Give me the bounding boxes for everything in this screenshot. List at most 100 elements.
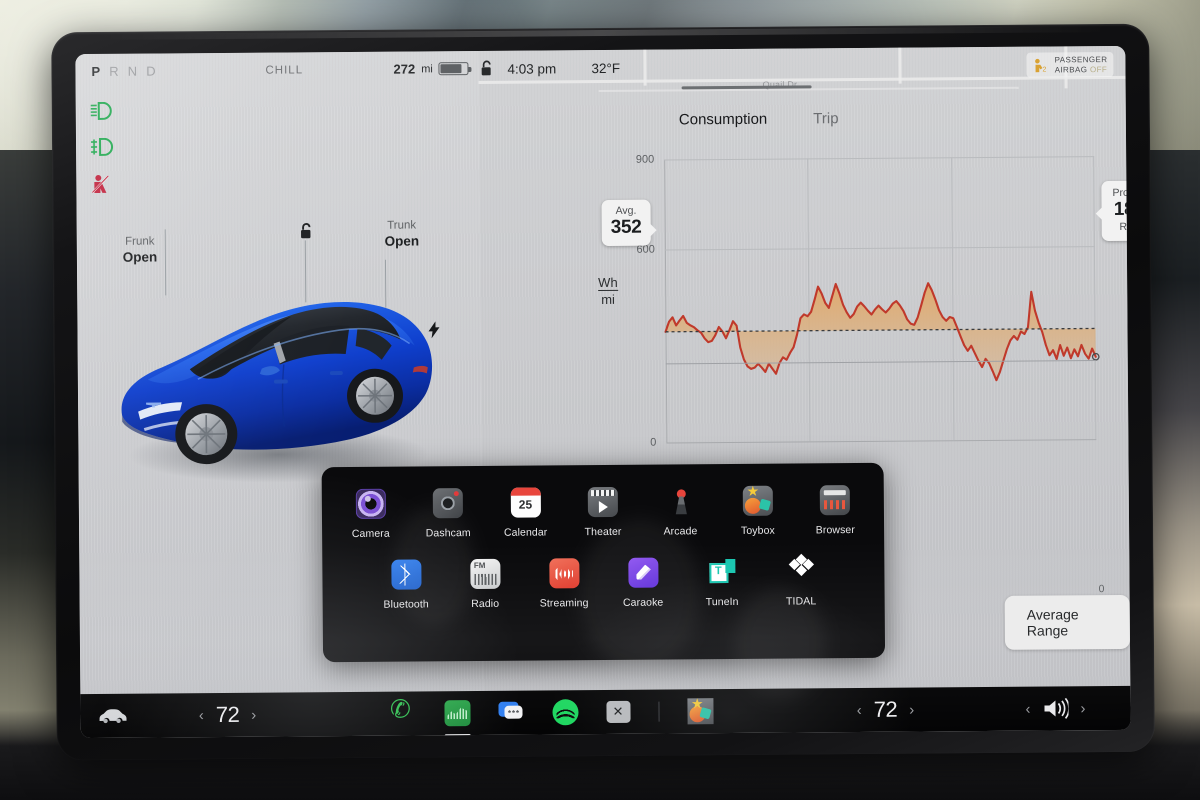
volume-increase[interactable]: › <box>1068 700 1097 717</box>
charge-bolt-icon[interactable] <box>427 321 440 343</box>
toybox-icon <box>742 485 773 516</box>
taskbar-dock[interactable]: ✕ <box>312 698 790 738</box>
airbag-label-line1: PASSENGER <box>1054 55 1108 65</box>
ytick-label-900: 900 <box>635 153 655 166</box>
average-consumption-callout: Avg. 352 <box>601 199 657 247</box>
consumption-chart[interactable]: 900 600 0 Avg. 352 Projected 185 Range <box>601 154 1131 449</box>
app-dashcam-label: Dashcam <box>425 527 471 540</box>
trunk-status[interactable]: Trunk Open <box>365 219 439 249</box>
app-launcher-panel[interactable]: Camera Dashcam Calendar Theater Arcade <box>321 462 886 663</box>
roof-unlocked-padlock-icon[interactable] <box>299 222 315 245</box>
range-value: 272 <box>393 61 416 77</box>
volume-decrease[interactable]: ‹ <box>1013 700 1042 717</box>
app-camera[interactable]: Camera <box>337 488 403 541</box>
caraoke-microphone-icon <box>627 557 659 588</box>
app-launcher-row-2: Bluetooth Radio Streaming Caraoke TuneIn <box>332 553 874 611</box>
app-launcher-row-1: Camera Dashcam Calendar Theater Arcade <box>332 485 874 540</box>
energy-app-icon[interactable] <box>443 700 471 738</box>
airbag-label-line2: AIRBAG OFF <box>1054 64 1108 74</box>
app-tidal-label: TIDAL <box>785 595 817 608</box>
app-camera-label: Camera <box>351 527 390 540</box>
app-calendar-label: Calendar <box>503 526 548 539</box>
tunein-icon <box>707 557 737 587</box>
spotify-icon[interactable] <box>551 699 579 726</box>
app-browser[interactable]: Browser <box>802 485 868 537</box>
driver-temp-decrease[interactable]: ‹ <box>187 707 216 724</box>
active-app-indicator <box>444 734 471 738</box>
app-arcade-label: Arcade <box>663 525 698 538</box>
ytick-label-0: 0 <box>650 436 657 449</box>
range-unit: mi <box>421 62 433 75</box>
chart-plot-area <box>664 282 1100 382</box>
app-calendar[interactable]: Calendar <box>492 487 558 539</box>
frunk-label: Frunk <box>125 235 155 248</box>
passenger-temp-decrease[interactable]: ‹ <box>845 701 874 718</box>
app-radio[interactable]: Radio <box>452 558 518 611</box>
drive-mode-label: CHILL <box>265 64 304 77</box>
low-beam-headlight-icon <box>90 101 116 125</box>
y-axis-unit-numerator: Wh <box>598 274 618 291</box>
seatbelt-reminder-icon <box>90 174 116 199</box>
battery-range-indicator[interactable]: 272 mi <box>393 61 469 77</box>
driver-temp-increase[interactable]: › <box>239 706 268 723</box>
average-caption: Avg. <box>615 204 637 217</box>
app-toybox[interactable]: Toybox <box>725 485 791 538</box>
unlocked-padlock-icon[interactable] <box>479 60 494 80</box>
app-streaming-label: Streaming <box>539 597 589 610</box>
app-dashcam[interactable]: Dashcam <box>415 488 481 540</box>
car-controls-button[interactable] <box>80 707 142 725</box>
projected-value: 185mi <box>1113 198 1131 220</box>
messages-icon[interactable] <box>498 700 524 726</box>
app-bluetooth[interactable]: Bluetooth <box>373 559 439 611</box>
clock: 4:03 pm <box>507 61 557 77</box>
front-fog-light-icon <box>90 137 116 161</box>
camera-icon <box>355 488 386 519</box>
passenger-temp-value: 72 <box>873 696 898 722</box>
app-caraoke[interactable]: Caraoke <box>610 557 676 609</box>
tab-trip[interactable]: Trip <box>813 110 838 127</box>
tesla-touchscreen[interactable]: Quail Dr P R N D CHILL 272 mi 4:03 pm 32… <box>75 45 1131 739</box>
volume-control[interactable]: ‹ › <box>980 697 1130 720</box>
indicator-lamp-group <box>90 101 117 212</box>
app-tidal[interactable]: TIDAL <box>768 553 834 608</box>
taskbar-divider <box>657 701 660 722</box>
fm-radio-icon <box>469 558 501 590</box>
arcade-joystick-icon <box>665 486 695 516</box>
passenger-temp-increase[interactable]: › <box>897 701 926 718</box>
battery-icon <box>438 62 469 76</box>
bottom-taskbar[interactable]: ‹ 72 › ✕ ‹ <box>80 685 1131 739</box>
speaker-volume-icon <box>1044 697 1069 719</box>
trunk-state: Open <box>384 233 420 249</box>
projected-caption2: Range <box>1119 220 1131 233</box>
app-browser-label: Browser <box>815 524 855 537</box>
toybox-dock-icon[interactable] <box>686 698 714 725</box>
browser-icon <box>819 485 851 516</box>
app-tunein-label: TuneIn <box>705 595 739 609</box>
tidal-icon <box>786 553 816 586</box>
gear-indicator[interactable]: P R N D <box>91 63 159 79</box>
app-streaming[interactable]: Streaming <box>531 558 597 610</box>
phone-icon[interactable] <box>390 700 416 726</box>
average-range-button[interactable]: Average Range <box>1004 594 1131 650</box>
tab-consumption[interactable]: Consumption <box>679 111 768 129</box>
driver-temperature-control[interactable]: ‹ 72 › <box>142 701 312 728</box>
app-tunein[interactable]: TuneIn <box>689 557 755 609</box>
app-theater[interactable]: Theater <box>570 486 636 539</box>
theater-icon <box>587 486 618 518</box>
outside-temperature: 32°F <box>591 60 621 77</box>
passenger-temperature-control[interactable]: ‹ 72 › <box>790 696 980 723</box>
app-arcade[interactable]: Arcade <box>647 486 713 538</box>
streaming-icon <box>548 558 580 589</box>
y-axis-unit-denominator: mi <box>598 289 618 308</box>
app-theater-label: Theater <box>584 525 622 539</box>
car-controls-icon <box>99 709 127 724</box>
app-radio-label: Radio <box>471 597 500 611</box>
app-toybox-label: Toybox <box>740 524 775 537</box>
dashcam-icon <box>432 488 464 519</box>
energy-tabs[interactable]: Consumption Trip <box>679 110 839 128</box>
airbag-state: OFF <box>1089 64 1108 74</box>
passenger-airbag-indicator: 2 PASSENGER AIRBAG OFF <box>1026 51 1114 78</box>
driver-temp-value: 72 <box>215 701 240 728</box>
svg-text:2: 2 <box>1043 66 1047 73</box>
close-app-icon[interactable]: ✕ <box>605 700 631 723</box>
